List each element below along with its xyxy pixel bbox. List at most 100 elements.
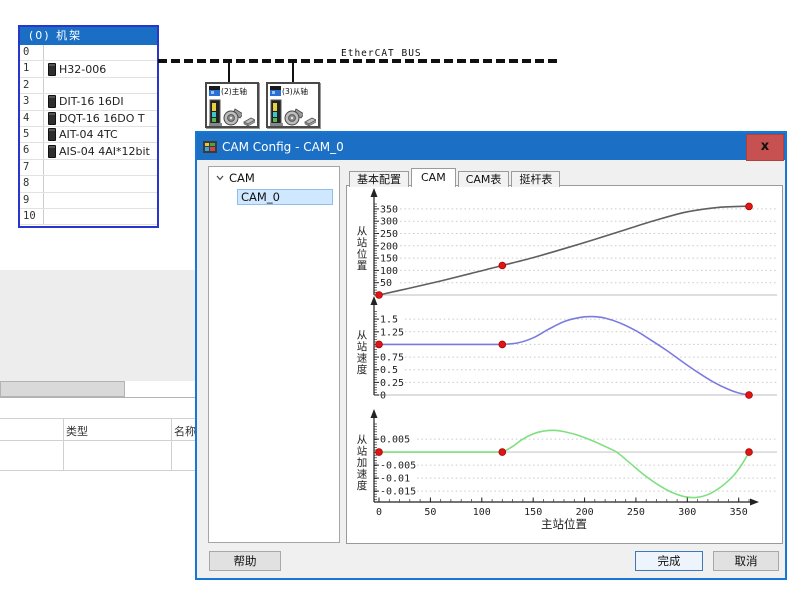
rack-row[interactable]: 2 xyxy=(20,78,157,94)
cancel-button[interactable]: 取消 xyxy=(713,551,779,571)
device-box[interactable]: (3)从轴 xyxy=(266,82,320,128)
device-label: (3)从轴 xyxy=(282,86,308,96)
rack-module-cell: DQT-16 16DO T xyxy=(44,111,145,126)
dialog-titlebar[interactable]: CAM Config - CAM_0 x xyxy=(197,133,785,160)
rack-module-cell xyxy=(44,193,48,208)
rack-widget[interactable]: (0) 机架 01H32-00623 DIT-16 16DI 4DQT-16 16D… xyxy=(18,25,159,228)
rack-row[interactable]: 0 xyxy=(20,45,157,61)
servo-drive-icon xyxy=(209,99,222,127)
y-tick-label: 0 xyxy=(380,391,386,402)
cam-point[interactable] xyxy=(499,341,506,348)
cam-point[interactable] xyxy=(376,341,383,348)
rack-row[interactable]: 4DQT-16 16DO T xyxy=(20,111,157,127)
module-icon xyxy=(48,95,56,108)
cam-point[interactable] xyxy=(746,392,753,399)
cam-point[interactable] xyxy=(376,292,383,299)
coupler-icon xyxy=(304,116,316,127)
rack-module-label: AIS-04 4AI*12bit xyxy=(59,145,150,158)
tree-root-label: CAM xyxy=(229,171,255,185)
plc-icon xyxy=(209,86,220,96)
y-axis-title-char: 从 xyxy=(357,330,368,342)
rack-row[interactable]: 1H32-006 xyxy=(20,61,157,77)
y-tick-label: 350 xyxy=(380,204,398,215)
y-tick-label: 1.5 xyxy=(380,315,398,326)
y-axis-title-char: 度 xyxy=(357,363,368,376)
background-panel xyxy=(0,270,195,381)
cam-point[interactable] xyxy=(499,262,506,269)
curve-0 xyxy=(379,206,749,295)
tree-node-cam[interactable]: CAM xyxy=(209,167,339,187)
table-border xyxy=(0,418,195,419)
y-tick-label: 0.5 xyxy=(380,365,398,376)
device-box[interactable]: (2)主轴 xyxy=(205,82,259,128)
x-tick-label: 0 xyxy=(376,507,382,518)
rack-row[interactable]: 3 DIT-16 16DI xyxy=(20,94,157,110)
rack-row[interactable]: 9 xyxy=(20,193,157,209)
curve-1 xyxy=(379,317,749,395)
cam-point[interactable] xyxy=(499,449,506,456)
tab-CAM表[interactable]: CAM表 xyxy=(458,171,510,187)
y-axis-title-char: 站 xyxy=(357,340,368,353)
cam-point[interactable] xyxy=(746,449,753,456)
module-icon xyxy=(48,128,56,141)
tab-基本配置[interactable]: 基本配置 xyxy=(349,171,409,187)
x-tick-label: 300 xyxy=(678,507,696,518)
rack-module-cell xyxy=(44,45,48,60)
y-tick-label: 0.005 xyxy=(380,435,410,446)
y-axis-title-char: 从 xyxy=(357,226,368,238)
rack-module-cell xyxy=(44,176,48,191)
dialog-app-icon xyxy=(203,140,217,154)
y-axis-title-char: 加 xyxy=(357,457,368,469)
chart-1: 00.250.50.751.251.5从站速度 xyxy=(357,296,777,402)
cam-charts[interactable]: 50100150200250300350从站位置00.250.50.751.25… xyxy=(347,186,782,543)
rack-module-cell xyxy=(44,78,48,93)
table-column-line xyxy=(171,418,172,470)
rack-row[interactable]: 5AIT-04 4TC xyxy=(20,127,157,143)
rack-row[interactable]: 10 xyxy=(20,209,157,225)
plc-icon xyxy=(270,86,281,96)
rack-slot-number: 4 xyxy=(20,111,44,126)
rack-module-cell: H32-006 xyxy=(44,61,106,76)
x-tick-label: 50 xyxy=(424,507,436,518)
cam-point[interactable] xyxy=(376,449,383,456)
y-axis-title-char: 站 xyxy=(357,444,368,457)
help-button[interactable]: 帮助 xyxy=(209,551,281,571)
module-icon xyxy=(48,63,56,76)
rack-row[interactable]: 8 xyxy=(20,176,157,192)
rack-slot-number: 1 xyxy=(20,61,44,76)
y-tick-label: 0.25 xyxy=(380,378,404,389)
table-row-line xyxy=(0,470,195,471)
background-divider xyxy=(0,397,195,398)
y-tick-label: 200 xyxy=(380,241,398,252)
y-axis-title-char: 站 xyxy=(357,236,368,249)
y-axis-title-char: 置 xyxy=(357,260,368,272)
rack-row[interactable]: 6AIS-04 4AI*12bit xyxy=(20,143,157,159)
device-icons xyxy=(270,97,316,127)
tree-node-cam0[interactable]: CAM_0 xyxy=(237,189,333,205)
y-tick-label: 250 xyxy=(380,229,398,240)
rack-slot-number: 2 xyxy=(20,78,44,93)
background-dock-tab[interactable] xyxy=(0,381,125,397)
chart-0: 50100150200250300350从站位置 xyxy=(357,188,777,298)
rack-module-label: DIT-16 16DI xyxy=(59,95,124,108)
curve-2 xyxy=(379,430,749,497)
rack-module-cell: AIS-04 4AI*12bit xyxy=(44,143,150,158)
y-tick-label: -0.005 xyxy=(380,461,416,472)
device-label: (2)主轴 xyxy=(221,86,247,96)
screen: 类型 名称 (0) 机架 01H32-00623DIT-16 16DI4DQT-… xyxy=(0,0,800,595)
rack-module-cell: AIT-04 4TC xyxy=(44,127,118,142)
tab-CAM[interactable]: CAM xyxy=(411,168,456,187)
rack-row[interactable]: 7 xyxy=(20,160,157,176)
rack-slot-number: 7 xyxy=(20,160,44,175)
tab-strip: 基本配置CAMCAM表挺杆表 xyxy=(349,168,562,186)
rack-slot-number: 3 xyxy=(20,94,44,109)
close-button[interactable]: x xyxy=(746,134,784,161)
rack-title: (0) 机架 xyxy=(20,27,157,45)
tab-挺杆表[interactable]: 挺杆表 xyxy=(511,171,560,187)
cam-point[interactable] xyxy=(746,203,753,210)
y-tick-label: 100 xyxy=(380,266,398,277)
y-axis-title-char: 速 xyxy=(357,468,368,480)
coupler-icon xyxy=(243,116,255,127)
dialog-title: CAM Config - CAM_0 xyxy=(222,140,344,154)
finish-button[interactable]: 完成 xyxy=(635,551,703,571)
